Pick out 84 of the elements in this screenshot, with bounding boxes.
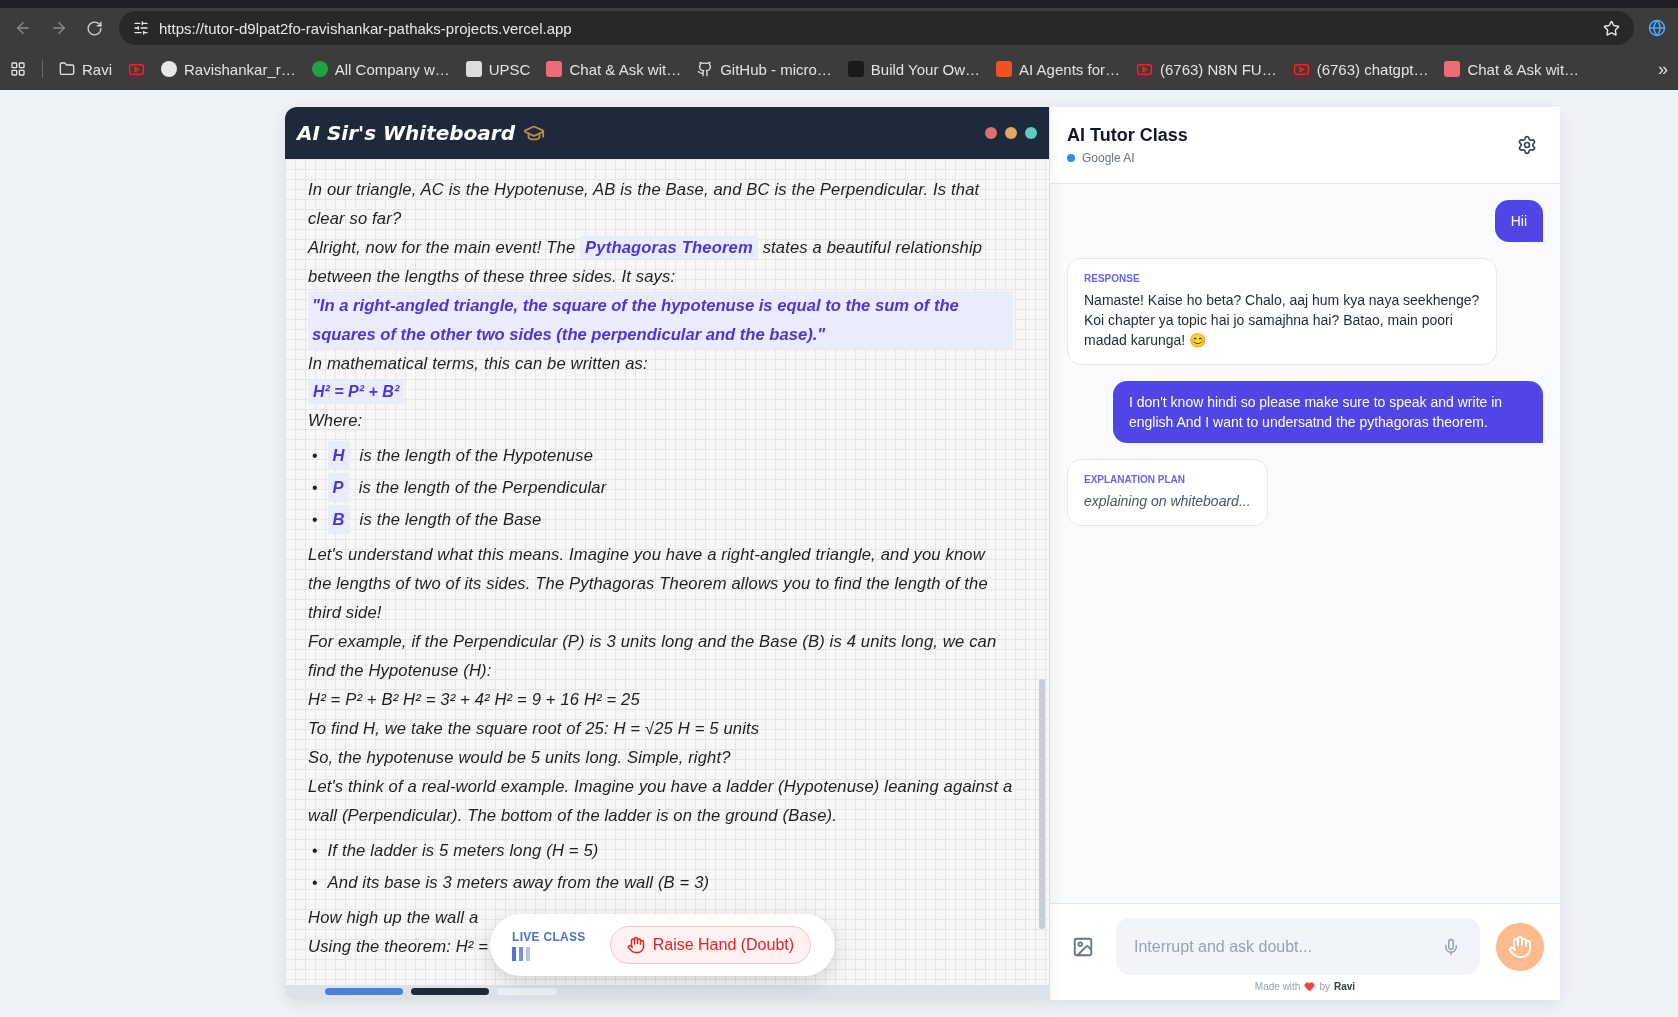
bullet: • xyxy=(312,510,318,530)
credit-text: Made with xyxy=(1254,981,1301,992)
address-bar[interactable]: https://tutor-d9lpat2fo-ravishankar-pathaks-projects.vercel.app xyxy=(119,11,1634,45)
bullet: • xyxy=(312,446,318,466)
formula: H² = P² + B² xyxy=(308,380,405,404)
paragraph: Alright, now for the main event! The Pythagoras Theorem states a beautiful relationship between the lengths of these three sides. It says: xyxy=(308,235,984,288)
window-dot xyxy=(1025,127,1037,139)
whiteboard-title: AI Sir's Whiteboard xyxy=(297,121,515,145)
page-tab[interactable] xyxy=(411,988,489,995)
live-class-label: LIVE CLASS xyxy=(512,929,586,944)
bullet: • xyxy=(312,841,318,861)
raise-hand-button[interactable]: Raise Hand (Doubt) xyxy=(609,926,812,964)
bookmark[interactable]: Chat & Ask wit… xyxy=(1444,60,1580,78)
globe-icon[interactable] xyxy=(1648,19,1666,37)
window-dot xyxy=(985,127,997,139)
message-label: EXPLANATION PLAN xyxy=(1084,474,1186,485)
site-icon xyxy=(847,61,864,77)
bookmark[interactable]: Ravishankar_r… xyxy=(161,60,296,78)
bookmark[interactable]: Chat & Ask wit… xyxy=(546,60,682,78)
paragraph: H² = P² + B² H² = 3² + 4² H² = 9 + 16 H² = 25 xyxy=(308,689,640,711)
bookmark[interactable]: (6763) N8N FU… xyxy=(1136,60,1277,78)
site-icon xyxy=(546,61,563,77)
bullet: • xyxy=(312,873,318,893)
message-label: RESPONSE xyxy=(1084,273,1141,284)
bookmark[interactable]: Ravi xyxy=(59,60,112,78)
list-item: is the length of the Hypotenuse xyxy=(359,445,594,467)
forward-arrow-icon xyxy=(50,19,68,37)
window-dot xyxy=(1005,127,1017,139)
paragraph: For example, if the Perpendicular (P) is 3 units long and the Base (B) is 4 units long, we can find the Hypotenuse (H): xyxy=(308,631,998,682)
url-text: https://tutor-d9lpat2fo-ravishankar-pathaks-projects.vercel.app xyxy=(159,19,572,37)
bookmark-star-icon[interactable] xyxy=(1603,19,1620,37)
site-settings-icon[interactable] xyxy=(133,20,149,36)
list-item: If the ladder is 5 meters long (H = 5) xyxy=(327,840,599,862)
site-icon xyxy=(311,61,328,77)
list-item: is the length of the Perpendicular xyxy=(358,477,607,499)
bookmark[interactable]: UPSC xyxy=(465,60,531,78)
hand-icon xyxy=(626,936,645,954)
paragraph: Let's think of a real-world example. Imagine you have a ladder (Hypotenuse) leaning against a wall (Perpendicular). The bottom of the ladder is on the ground (Base). xyxy=(308,776,1013,827)
paragraph: In our triangle, AC is the Hypotenuse, AB is the Base, and BC is the Perpendicular. Is that clear so far? xyxy=(308,179,981,230)
bookmark[interactable]: AI Agents for… xyxy=(996,60,1120,78)
variable-term: H xyxy=(327,441,350,470)
heart-icon xyxy=(1304,981,1316,992)
bookmark[interactable]: (6763) chatgpt… xyxy=(1292,60,1429,78)
message-text: explaining on whiteboard... xyxy=(1084,492,1251,511)
paragraph: Using the theorem: H² = xyxy=(308,936,489,958)
settings-icon xyxy=(1517,135,1537,155)
paragraph: How high up the wall a xyxy=(308,907,479,929)
user-message: Hii xyxy=(1494,200,1543,242)
variable-term: B xyxy=(327,505,350,534)
credit-text: by xyxy=(1319,981,1330,992)
hand-icon xyxy=(1508,934,1532,959)
paragraph: Where: xyxy=(308,410,363,432)
credit-author: Ravi xyxy=(1334,981,1356,992)
chat-title: AI Tutor Class xyxy=(1067,125,1188,146)
variable-term: P xyxy=(327,473,349,502)
apps-icon[interactable] xyxy=(10,61,26,77)
input-field[interactable]: Interrupt and ask doubt... xyxy=(1116,918,1480,975)
bookmark[interactable]: GitHub - micro… xyxy=(697,60,832,78)
reload-icon xyxy=(86,19,103,37)
paragraph: Let's understand what this means. Imagine you have a right-angled triangle, and you know the lengths of two of its sides. The Pythagoras Theorem allows you to find the length of the third side! xyxy=(308,544,989,624)
message-text: Namaste! Kaise ho beta? Chalo, aaj hum kya naya seekhenge? Koi chapter ya topic hai jo samajhna hai? Batao, main poori madad karunga! 😊 xyxy=(1084,291,1480,350)
site-icon xyxy=(1444,61,1461,77)
user-message: I don't know hindi so please make sure to speak and write in english And I want to undersatnd the pythagoras theorem. xyxy=(1113,381,1543,443)
provider-label: Google AI xyxy=(1082,151,1135,165)
scrollbar[interactable] xyxy=(1039,679,1045,929)
list-item: And its base is 3 meters away from the wall (B = 3) xyxy=(327,872,710,894)
bookmark[interactable]: Build Your Ow… xyxy=(847,60,981,78)
paragraph: To find H, we take the square root of 25: H = √25 H = 5 units xyxy=(308,718,760,740)
bookmark[interactable]: All Company w… xyxy=(311,60,450,78)
doubt-input-field[interactable]: Interrupt and ask doubt... xyxy=(1132,936,1436,957)
bullet: • xyxy=(312,478,318,498)
audio-bars-icon xyxy=(512,946,532,961)
site-icon xyxy=(161,61,177,77)
microphone-icon xyxy=(1442,937,1460,956)
image-icon xyxy=(1072,935,1094,958)
site-icon xyxy=(996,61,1013,77)
folder-icon xyxy=(59,61,75,77)
github-icon xyxy=(697,61,714,77)
list-item: is the length of the Base xyxy=(359,509,542,531)
theorem-quote: "In a right-angled triangle, the square of the hypotenuse is equal to the sum of the squares of the other two sides (the perpendicular and the base)." xyxy=(308,291,1013,349)
paragraph: In mathematical terms, this can be written as: xyxy=(308,353,648,375)
paragraph: So, the hypotenuse would be 5 units long. Simple, right? xyxy=(308,747,731,769)
more-bookmarks[interactable]: » xyxy=(1658,58,1668,80)
site-icon xyxy=(465,61,482,77)
